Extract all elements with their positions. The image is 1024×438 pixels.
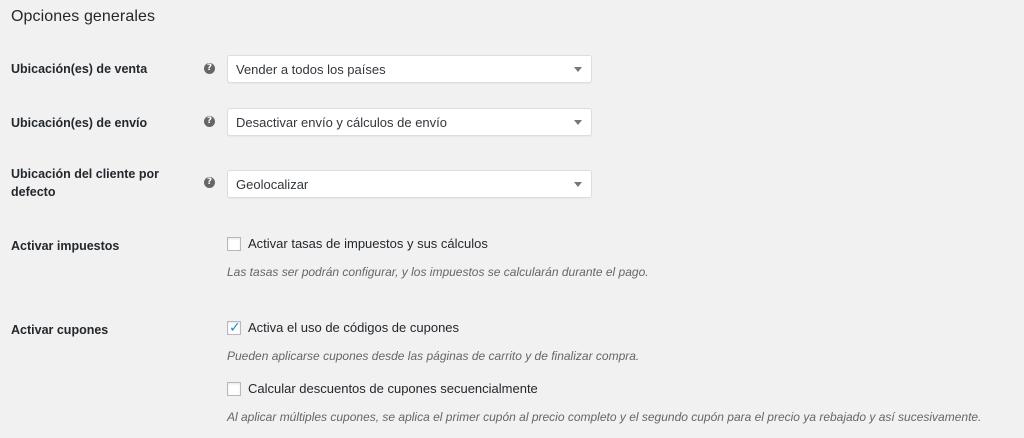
default-customer-location-label: Ubicación del cliente por defecto — [11, 167, 159, 199]
chevron-down-icon — [574, 120, 582, 125]
chevron-down-icon — [574, 182, 582, 187]
sequential-coupons-checkbox[interactable] — [227, 382, 241, 396]
default-customer-location-value: Geolocalizar — [236, 177, 309, 192]
help-icon[interactable]: ? — [204, 116, 215, 127]
help-icon[interactable]: ? — [204, 63, 215, 74]
selling-locations-select[interactable]: Vender a todos los países — [227, 55, 592, 83]
enable-coupons-description: Pueden aplicarse cupones desde las págin… — [227, 349, 640, 363]
enable-taxes-label: Activar impuestos — [11, 239, 120, 253]
selling-locations-label: Ubicación(es) de venta — [11, 62, 148, 76]
selling-locations-value: Vender a todos los países — [236, 62, 386, 77]
chevron-down-icon — [574, 67, 582, 72]
shipping-locations-select[interactable]: Desactivar envío y cálculos de envío — [227, 108, 592, 136]
help-icon[interactable]: ? — [204, 177, 215, 188]
enable-taxes-description: Las tasas ser podrán configurar, y los i… — [227, 265, 649, 279]
sequential-coupons-checkbox-label[interactable]: Calcular descuentos de cupones secuencia… — [248, 381, 538, 396]
enable-taxes-checkbox[interactable] — [227, 237, 241, 251]
enable-coupons-checkbox[interactable]: ✓ — [227, 320, 241, 336]
enable-coupons-label: Activar cupones — [11, 323, 109, 337]
section-title: Opciones generales — [11, 8, 156, 25]
enable-coupons-checkbox-label[interactable]: Activa el uso de códigos de cupones — [248, 320, 459, 335]
enable-taxes-checkbox-label[interactable]: Activar tasas de impuestos y sus cálculo… — [248, 236, 488, 251]
sequential-coupons-description: Al aplicar múltiples cupones, se aplica … — [227, 410, 982, 424]
shipping-locations-label: Ubicación(es) de envío — [11, 116, 148, 130]
shipping-locations-value: Desactivar envío y cálculos de envío — [236, 115, 447, 130]
checkmark-icon: ✓ — [229, 320, 241, 336]
default-customer-location-select[interactable]: Geolocalizar — [227, 170, 592, 198]
